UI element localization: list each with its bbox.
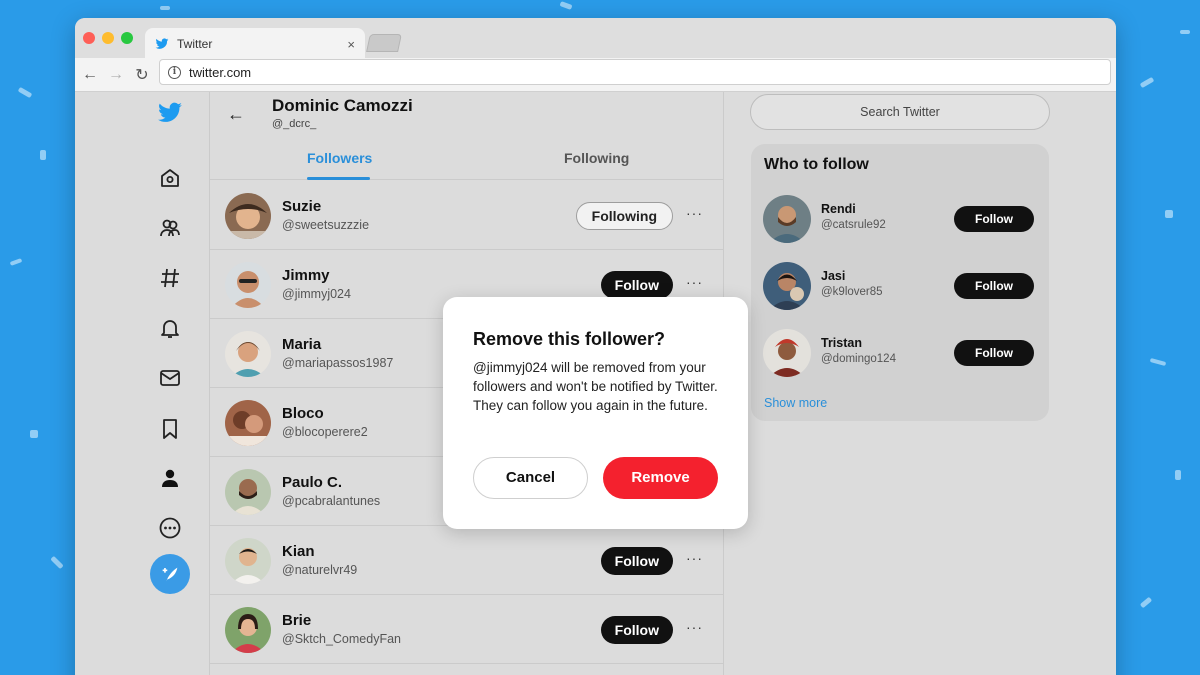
follower-name: Suzie	[282, 198, 322, 215]
suggestion-handle: @k9lover85	[821, 286, 883, 298]
avatar	[763, 262, 811, 310]
dialog-title: Remove this follower?	[473, 329, 666, 349]
back-arrow-icon[interactable]: ←	[77, 66, 103, 84]
compose-tweet-button[interactable]	[150, 554, 190, 594]
following-button[interactable]: Following	[575, 202, 673, 230]
more-options-icon[interactable]: ···	[686, 619, 703, 635]
suggestion-handle: @domingo124	[821, 353, 896, 365]
suggestion-row[interactable]: Tristan @domingo124 Follow	[751, 323, 1049, 383]
browser-tab[interactable]: Twitter ×	[145, 28, 365, 60]
back-arrow-icon[interactable]: ←	[227, 104, 245, 125]
cancel-button[interactable]: Cancel	[473, 457, 588, 499]
follower-handle: @jimmyj024	[282, 287, 351, 301]
right-sidebar: Search Twitter Who to follow Rendi @cats…	[749, 92, 1050, 675]
avatar	[763, 329, 811, 377]
close-window-button[interactable]	[83, 32, 95, 44]
home-icon[interactable]	[158, 166, 182, 190]
active-tab-indicator	[307, 177, 370, 180]
follower-name: Kian	[282, 543, 315, 560]
remove-button[interactable]: Remove	[603, 457, 718, 499]
follow-button[interactable]: Follow	[954, 206, 1034, 232]
follower-name: Paulo C.	[282, 474, 343, 491]
side-navigation	[75, 92, 209, 675]
more-options-icon[interactable]: ···	[686, 274, 703, 290]
url-text: twitter.com	[189, 64, 252, 80]
follower-name: Bloco	[282, 405, 324, 422]
profile-handle: @_dcrc_	[272, 118, 317, 130]
follower-name: Maria	[282, 336, 322, 353]
show-more-link[interactable]: Show more	[764, 396, 827, 410]
avatar	[225, 538, 271, 584]
explore-icon[interactable]	[158, 216, 182, 240]
more-options-icon[interactable]: ···	[686, 205, 703, 221]
follower-row[interactable]: Brie @Sktch_ComedyFan Follow ···	[210, 595, 723, 664]
new-tab-button[interactable]	[366, 34, 402, 52]
minimize-window-button[interactable]	[102, 32, 114, 44]
avatar	[225, 262, 271, 308]
tab-bar: Twitter ×	[75, 18, 1116, 60]
who-to-follow-panel: Who to follow Rendi @catsrule92 Follow J…	[751, 144, 1049, 421]
avatar	[225, 400, 271, 446]
maximize-window-button[interactable]	[121, 32, 133, 44]
follow-button[interactable]: Follow	[954, 340, 1034, 366]
profile-icon[interactable]	[158, 466, 182, 490]
follow-button[interactable]: Follow	[600, 547, 673, 575]
follower-handle: @sweetsuzzzie	[282, 218, 370, 232]
address-bar[interactable]: i twitter.com	[159, 59, 1111, 85]
follower-handle: @Sktch_ComedyFan	[282, 632, 401, 646]
search-input[interactable]: Search Twitter	[750, 94, 1050, 130]
suggestion-row[interactable]: Jasi @k9lover85 Follow	[751, 256, 1049, 316]
tab-following[interactable]: Following	[564, 150, 629, 166]
follower-handle: @naturelvr49	[282, 563, 358, 577]
tab-close-icon[interactable]: ×	[347, 37, 355, 52]
avatar	[225, 193, 271, 239]
follower-handle: @pcabralantunes	[282, 494, 381, 508]
follower-handle: @blocoperere2	[282, 425, 368, 439]
follower-handle: @mariapassos1987	[282, 356, 394, 370]
follower-row[interactable]: Suzie @sweetsuzzzie Following ···	[210, 181, 723, 250]
info-icon[interactable]: i	[168, 65, 181, 79]
who-to-follow-title: Who to follow	[764, 156, 869, 173]
follower-name: Brie	[282, 612, 312, 629]
reload-icon[interactable]: ↻	[129, 65, 155, 85]
twitter-bird-icon	[155, 38, 169, 49]
tab-title: Twitter	[177, 37, 213, 51]
avatar	[225, 331, 271, 377]
avatar	[225, 607, 271, 653]
follow-button[interactable]: Follow	[600, 616, 673, 644]
profile-name: Dominic Camozzi	[272, 96, 413, 115]
more-icon[interactable]	[158, 516, 182, 540]
suggestion-name: Jasi	[821, 269, 846, 283]
feather-plus-icon	[162, 567, 178, 582]
suggestion-name: Tristan	[821, 336, 862, 350]
hashtag-icon[interactable]	[158, 266, 182, 290]
twitter-logo-icon[interactable]	[157, 100, 183, 126]
avatar	[763, 195, 811, 243]
tab-followers[interactable]: Followers	[307, 150, 372, 166]
profile-tabs: Followers Following	[210, 140, 723, 180]
follow-button[interactable]: Follow	[954, 273, 1034, 299]
avatar	[225, 469, 271, 515]
forward-arrow-icon[interactable]: →	[103, 66, 129, 84]
suggestion-handle: @catsrule92	[821, 219, 886, 231]
follower-name: Jimmy	[282, 267, 330, 284]
remove-follower-dialog: Remove this follower? @jimmyj024 will be…	[443, 297, 748, 529]
dialog-body: @jimmyj024 will be removed from your fol…	[473, 360, 718, 413]
bookmark-icon[interactable]	[158, 417, 182, 441]
suggestion-row[interactable]: Rendi @catsrule92 Follow	[751, 189, 1049, 249]
follower-row[interactable]: Kian @naturelvr49 Follow ···	[210, 526, 723, 595]
suggestion-name: Rendi	[821, 202, 856, 216]
more-options-icon[interactable]: ···	[686, 550, 703, 566]
bell-icon[interactable]	[158, 316, 182, 340]
mail-icon[interactable]	[158, 366, 182, 390]
follow-button[interactable]: Follow	[600, 271, 673, 299]
